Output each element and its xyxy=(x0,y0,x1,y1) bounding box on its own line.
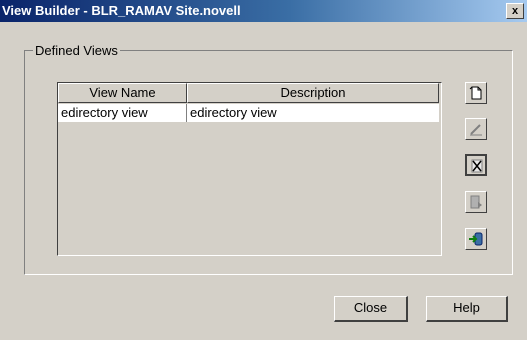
views-table: View Name Description edirectory view ed… xyxy=(57,82,442,256)
column-header-view-name[interactable]: View Name xyxy=(58,83,187,103)
title-bar[interactable]: View Builder - BLR_RAMAV Site.novell x xyxy=(0,0,527,22)
view-builder-dialog: View Builder - BLR_RAMAV Site.novell x D… xyxy=(0,0,527,340)
delete-view-icon xyxy=(471,159,483,173)
help-button[interactable]: Help xyxy=(426,296,508,322)
close-window-button[interactable]: x xyxy=(506,3,524,19)
table-row[interactable]: edirectory view edirectory view xyxy=(58,104,439,122)
defined-views-legend: Defined Views xyxy=(33,43,120,58)
import-view-button[interactable] xyxy=(465,228,487,250)
import-view-icon xyxy=(469,232,483,246)
new-view-icon xyxy=(469,86,482,100)
delete-view-button[interactable] xyxy=(465,154,487,176)
edit-view-button[interactable] xyxy=(465,118,487,140)
view-name-cell: edirectory view xyxy=(58,104,187,122)
description-cell: edirectory view xyxy=(190,105,277,120)
new-view-button[interactable] xyxy=(465,82,487,104)
close-button[interactable]: Close xyxy=(334,296,408,322)
column-header-description[interactable]: Description xyxy=(187,83,439,103)
window-title: View Builder - BLR_RAMAV Site.novell xyxy=(2,3,241,18)
edit-view-icon xyxy=(470,124,482,136)
run-view-button[interactable] xyxy=(465,191,487,213)
run-view-icon xyxy=(470,195,482,209)
